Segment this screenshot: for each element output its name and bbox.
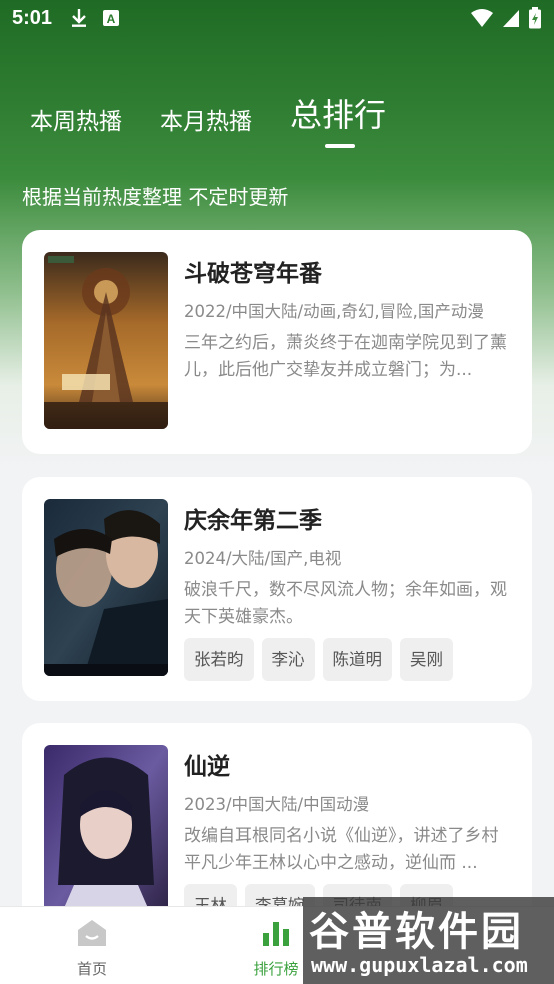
tab-overall[interactable]: 总排行 (290, 90, 387, 148)
tab-monthly[interactable]: 本月热播 (160, 102, 252, 140)
keyboard-icon: A (103, 10, 120, 26)
signal-icon (503, 10, 519, 27)
battery-icon (529, 7, 541, 29)
status-time: 5:01 (12, 6, 53, 29)
svg-text:A: A (107, 12, 116, 26)
card-description: 三年之约后，萧炎终于在迦南学院见到了薰儿，此后他广交挚友并成立磐门；为... (184, 333, 507, 380)
card-description: 改编自耳根同名小说《仙逆》，讲述了乡村平凡少年王林以心中之感动，逆仙而 ... (184, 826, 499, 873)
card-title: 仙逆 (184, 754, 230, 780)
download-icon (72, 9, 87, 27)
card-meta: 2024/大陆/国产,电视 (184, 549, 342, 568)
poster-image (44, 499, 168, 676)
tab-overall-label: 总排行 (290, 96, 387, 134)
watermark-url: www.gupuxlazal.com (311, 953, 528, 977)
ranking-card[interactable]: 庆余年第二季 2024/大陆/国产,电视 破浪千尺，数不尽风流人物；余年如画，观… (22, 477, 532, 701)
active-tab-indicator (325, 144, 355, 148)
wifi-icon (471, 9, 493, 27)
ranking-card[interactable]: 斗破苍穹年番 2022/中国大陆/动画,奇幻,冒险,国产动漫 三年之约后，萧炎终… (22, 230, 532, 454)
poster-image (44, 745, 168, 922)
nav-home-label: 首页 (76, 960, 107, 978)
status-bar: 5:01 A (0, 0, 554, 36)
cast-tag[interactable]: 李沁 (261, 638, 315, 681)
nav-home[interactable]: 首页 (32, 907, 152, 984)
cast-tag[interactable]: 吴刚 (400, 638, 453, 681)
card-meta: 2022/中国大陆/动画,奇幻,冒险,国产动漫 (184, 302, 484, 321)
poster-image (44, 252, 168, 429)
card-description: 破浪千尺，数不尽风流人物；余年如画，观天下英雄豪杰。 (184, 580, 507, 627)
card-title: 庆余年第二季 (184, 508, 322, 534)
card-meta: 2023/中国大陆/中国动漫 (184, 795, 370, 814)
cast-tags: 张若昀 李沁 陈道明 吴刚 (184, 638, 453, 681)
card-title: 斗破苍穹年番 (184, 261, 322, 287)
tab-weekly[interactable]: 本周热播 (30, 102, 122, 140)
ranking-subtitle: 根据当前热度整理 不定时更新 (22, 185, 289, 209)
ranking-icon (263, 922, 289, 946)
ranking-tabs: 本周热播 本月热播 总排行 (30, 90, 387, 148)
watermark-title: 谷普软件园 (309, 909, 524, 955)
home-icon (78, 920, 106, 946)
watermark-overlay: 谷普软件园 www.gupuxlazal.com (303, 897, 554, 984)
cast-tag[interactable]: 张若昀 (184, 638, 254, 681)
cast-tag[interactable]: 陈道明 (322, 638, 392, 681)
